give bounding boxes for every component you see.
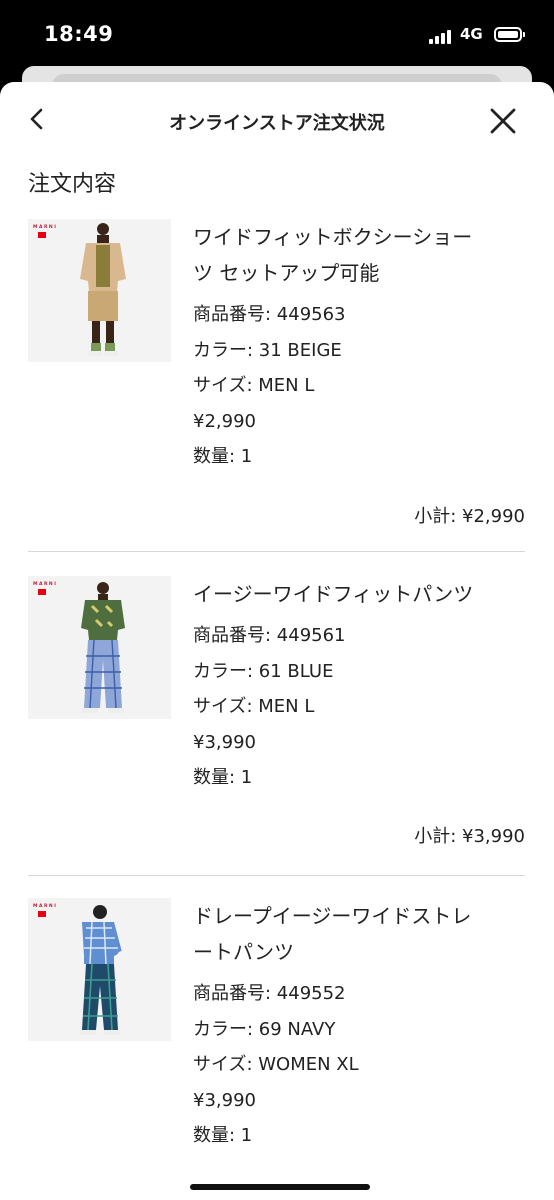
product-info: ワイドフィットボクシーショーツ セットアップ可能 商品番号: 449563 カラ… (193, 219, 525, 475)
product-image[interactable]: MARNI (28, 898, 171, 1041)
divider (28, 551, 525, 552)
model-figure (81, 582, 125, 713)
close-icon (490, 108, 516, 134)
order-status-sheet: オンラインストア注文状況 注文内容 MARNI ワイドフィットボクシーショー ツ… (0, 82, 554, 1200)
product-name[interactable]: ドレープイージーワイドストレ ートパンツ (193, 898, 525, 970)
brand-logo: MARNI (33, 582, 59, 595)
product-number: 商品番号: 449561 (193, 625, 346, 646)
home-indicator[interactable] (190, 1184, 370, 1190)
product-price: ¥3,990 (193, 1089, 256, 1111)
brand-logo: MARNI (33, 904, 59, 917)
product-size: サイズ: WOMEN XL (193, 1054, 359, 1075)
product-image[interactable]: MARNI (28, 576, 171, 719)
page-title: オンラインストア注文状況 (169, 113, 385, 134)
network-label: 4G (460, 25, 483, 43)
product-number: 商品番号: 449552 (193, 983, 346, 1004)
status-time: 18:49 (44, 22, 114, 46)
signal-icon (429, 28, 455, 44)
product-quantity: 数量: 1 (193, 1125, 253, 1146)
product-price: ¥3,990 (193, 731, 256, 753)
product-color: カラー: 61 BLUE (193, 660, 334, 682)
status-bar: 18:49 4G (0, 0, 554, 68)
brand-logo: MARNI (33, 225, 59, 238)
product-quantity: 数量: 1 (193, 767, 253, 788)
section-title: 注文内容 (28, 172, 117, 197)
navigation-bar: オンラインストア注文状況 (0, 82, 554, 158)
product-color: カラー: 69 NAVY (193, 1018, 336, 1040)
item-subtotal: 小計: ¥3,990 (414, 826, 525, 847)
product-price: ¥2,990 (193, 410, 256, 432)
product-size: サイズ: MEN L (193, 375, 315, 396)
model-figure (80, 905, 127, 1035)
product-quantity: 数量: 1 (193, 446, 253, 467)
battery-icon (494, 27, 525, 42)
product-size: サイズ: MEN L (193, 696, 315, 717)
close-button[interactable] (484, 102, 522, 140)
product-info: ドレープイージーワイドストレ ートパンツ 商品番号: 449552 カラー: 69… (193, 898, 525, 1154)
product-image[interactable]: MARNI (28, 219, 171, 362)
item-subtotal: 小計: ¥2,990 (414, 506, 525, 527)
divider (28, 875, 525, 876)
model-figure (80, 223, 126, 356)
product-color: カラー: 31 BEIGE (193, 339, 342, 361)
product-number: 商品番号: 449563 (193, 304, 346, 325)
product-name[interactable]: イージーワイドフィットパンツ (193, 576, 525, 612)
product-name[interactable]: ワイドフィットボクシーショーツ セットアップ可能 (193, 219, 525, 291)
product-info: イージーワイドフィットパンツ 商品番号: 449561 カラー: 61 BLUE… (193, 576, 525, 796)
